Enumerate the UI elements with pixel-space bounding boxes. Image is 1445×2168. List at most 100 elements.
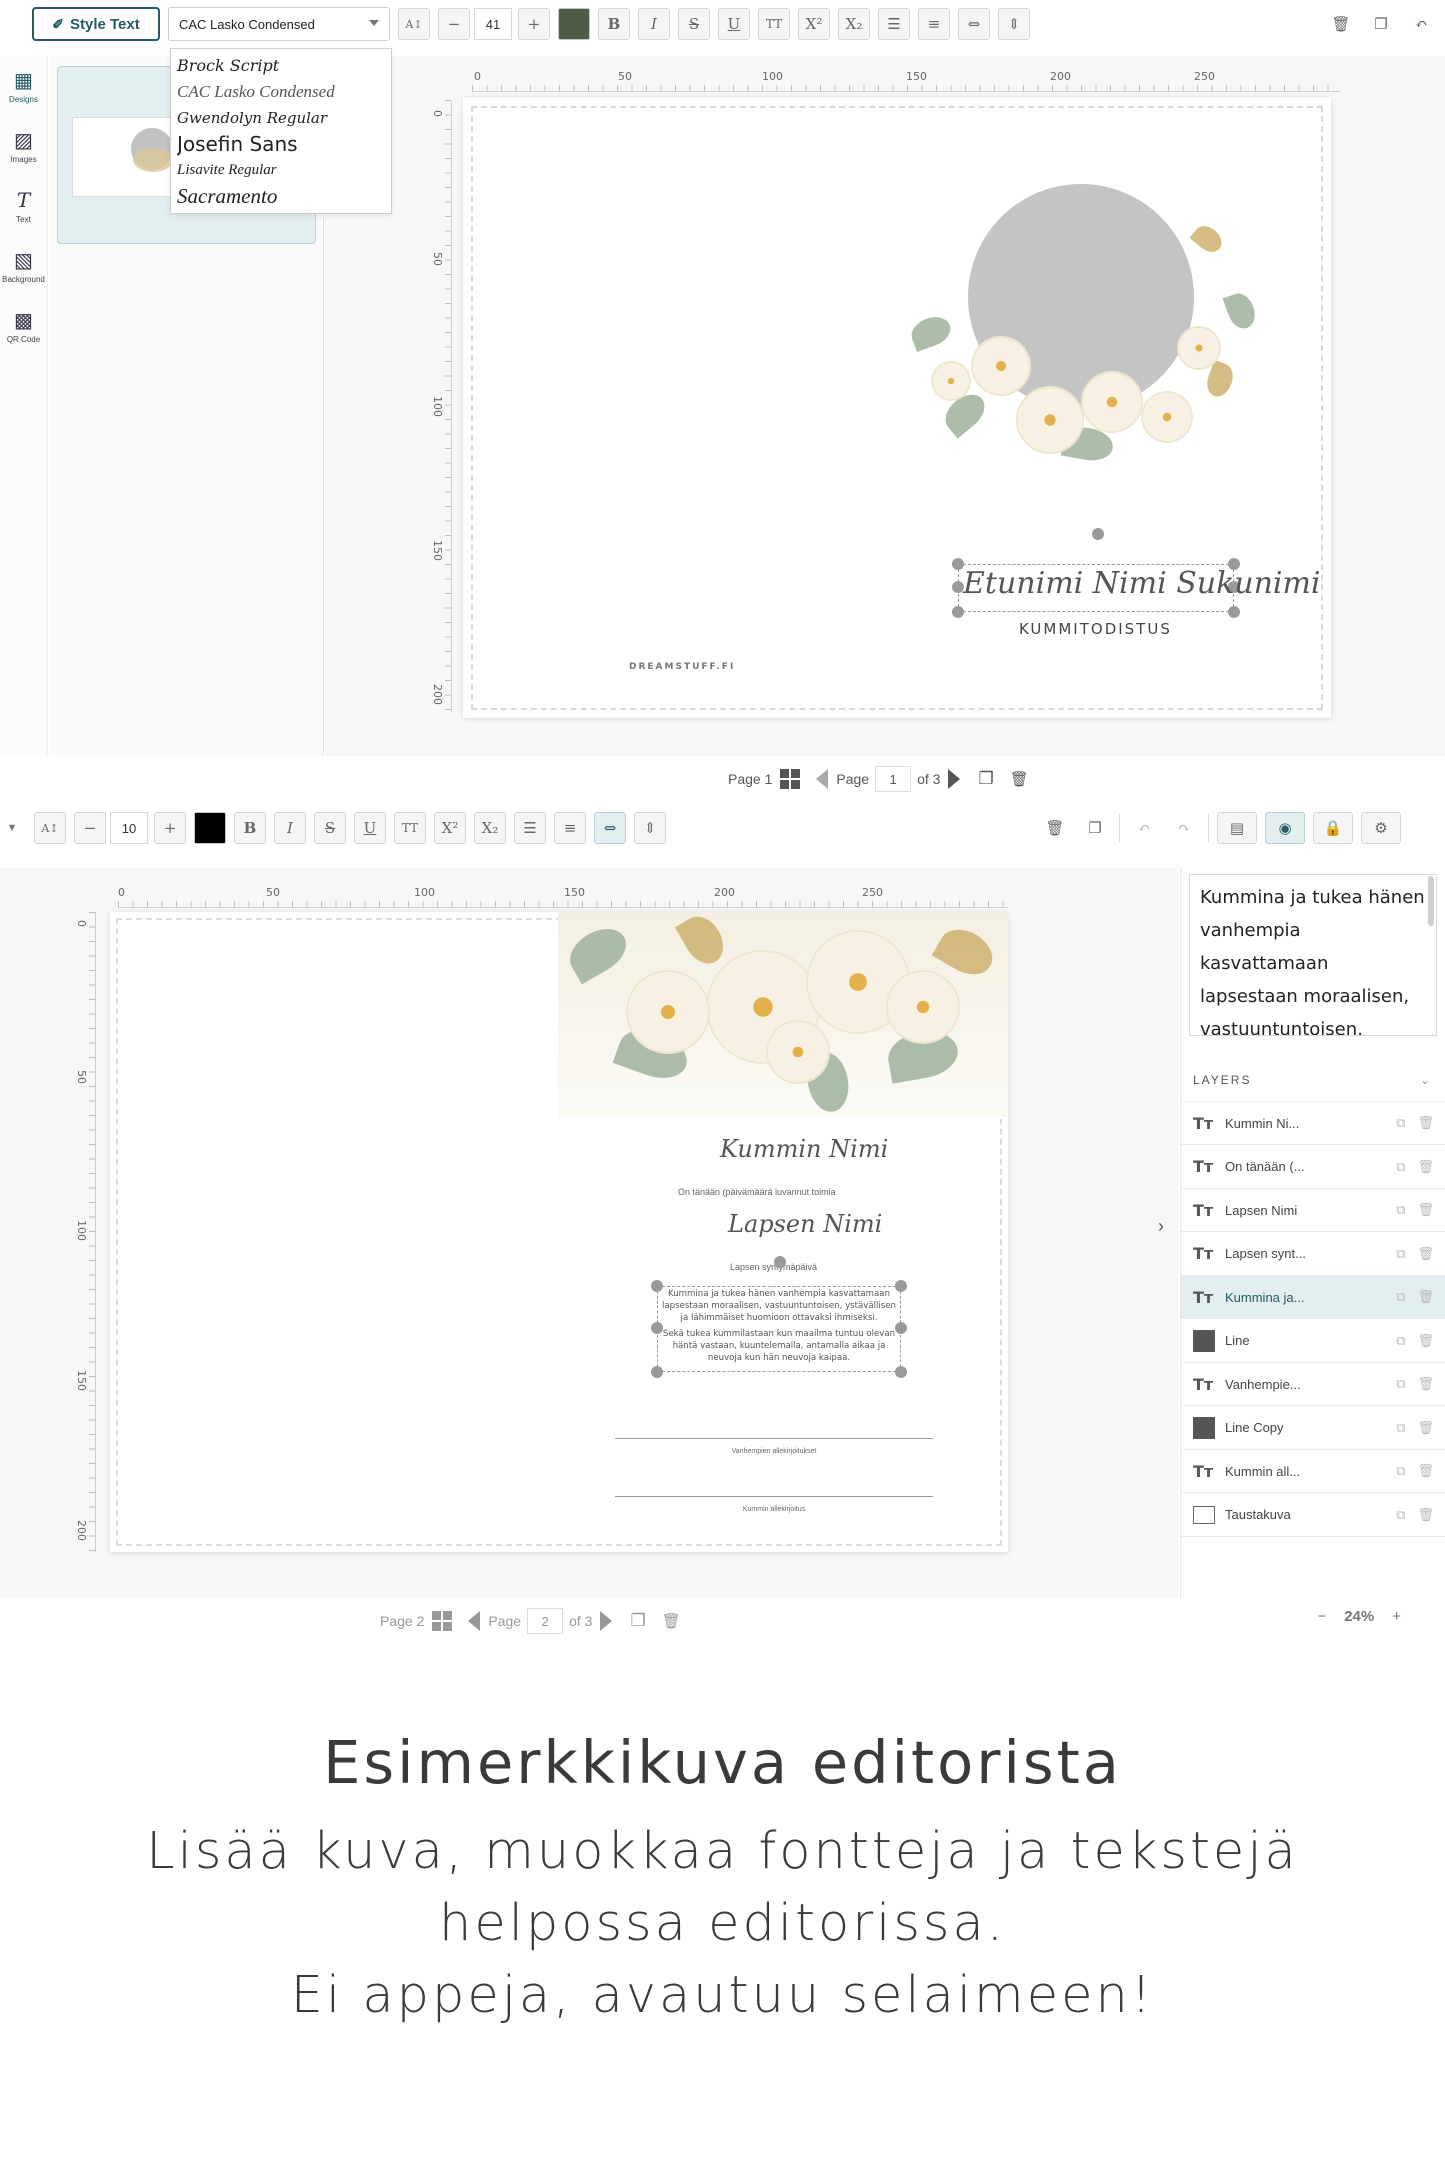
layer-row[interactable]: Taustakuva ⧉ 🗑 bbox=[1181, 1494, 1445, 1537]
decrease-font-size-button[interactable]: − bbox=[438, 8, 470, 40]
layer-row[interactable]: Tт Vanhempie... ⧉ 🗑 bbox=[1181, 1363, 1445, 1406]
underline-icon[interactable]: U bbox=[718, 8, 750, 40]
line-height-icon[interactable]: ⇕ bbox=[998, 8, 1030, 40]
resize-handle[interactable] bbox=[952, 606, 964, 618]
layout-icon[interactable]: ▤ bbox=[1217, 812, 1257, 844]
signature-line-parents[interactable] bbox=[615, 1438, 933, 1439]
date-line-text[interactable]: On tänään (päivämäärä luvannut toimia bbox=[678, 1187, 836, 1197]
autofit-text-icon[interactable]: A↕ bbox=[398, 8, 430, 40]
lock-layer-icon[interactable]: ⧉ bbox=[1396, 1115, 1405, 1131]
underline-icon[interactable]: U bbox=[354, 812, 386, 844]
previous-page-icon[interactable] bbox=[468, 1611, 481, 1631]
text-content-editor[interactable]: Kummina ja tukea hänen vanhempia kasvatt… bbox=[1189, 874, 1437, 1036]
align-center-icon[interactable]: ≡ bbox=[918, 8, 950, 40]
chevron-down-icon[interactable]: ▼ bbox=[0, 812, 24, 844]
rail-qr-code[interactable]: ▩ QR Code bbox=[0, 296, 47, 356]
italic-icon[interactable]: I bbox=[638, 8, 670, 40]
trash-icon[interactable]: 🗑 bbox=[1417, 1202, 1434, 1218]
delete-page-icon[interactable]: 🗑 bbox=[1010, 770, 1029, 788]
card-brand-text[interactable]: DREAMSTUFF.FI bbox=[629, 662, 735, 672]
design-page-2[interactable]: Kummin Nimi On tänään (päivämäärä luvann… bbox=[110, 912, 1008, 1552]
increase-font-size-button[interactable]: + bbox=[518, 8, 550, 40]
trash-icon[interactable]: 🗑 bbox=[1039, 812, 1071, 844]
bullet-list-icon[interactable]: ☰ bbox=[514, 812, 546, 844]
letter-spacing-icon[interactable]: ⇔ bbox=[958, 8, 990, 40]
lock-layer-icon[interactable]: ⧉ bbox=[1396, 1289, 1405, 1305]
lock-layer-icon[interactable]: ⧉ bbox=[1396, 1159, 1405, 1175]
font-option[interactable]: Gwendolyn Regular bbox=[177, 105, 385, 131]
child-name-text[interactable]: Lapsen Nimi bbox=[728, 1210, 882, 1238]
floral-header-image[interactable] bbox=[558, 912, 1008, 1117]
godparent-name-text[interactable]: Kummin Nimi bbox=[720, 1135, 888, 1163]
undo-icon[interactable]: ↶ bbox=[1405, 8, 1437, 40]
strikethrough-icon[interactable]: S bbox=[678, 8, 710, 40]
duplicate-page-icon[interactable]: ❐ bbox=[978, 769, 993, 789]
trash-icon[interactable]: 🗑 bbox=[1417, 1246, 1434, 1262]
trash-icon[interactable]: 🗑 bbox=[1417, 1159, 1434, 1175]
trash-icon[interactable]: 🗑 bbox=[1417, 1507, 1434, 1523]
scrollbar[interactable] bbox=[1428, 876, 1434, 926]
design-page-1[interactable]: Etunimi Nimi Sukunimi KUMMITODISTUS DREA… bbox=[463, 98, 1331, 718]
page-number-input[interactable]: 1 bbox=[875, 766, 912, 792]
autofit-text-icon[interactable]: A↕ bbox=[34, 812, 66, 844]
layer-row[interactable]: Tт Lapsen synt... ⧉ 🗑 bbox=[1181, 1233, 1445, 1276]
delete-page-icon[interactable]: 🗑 bbox=[662, 1612, 681, 1630]
undo-icon[interactable]: ↶ bbox=[1128, 812, 1160, 844]
lock-layer-icon[interactable]: ⧉ bbox=[1396, 1202, 1405, 1218]
duplicate-page-icon[interactable]: ❐ bbox=[630, 1611, 645, 1631]
trash-icon[interactable]: 🗑 bbox=[1417, 1289, 1434, 1305]
zoom-out-icon[interactable]: − bbox=[1317, 1608, 1326, 1625]
trash-icon[interactable]: 🗑 bbox=[1417, 1463, 1434, 1479]
layer-row[interactable]: Tт Kummin Ni... ⧉ 🗑 bbox=[1181, 1102, 1445, 1145]
font-option[interactable]: Josefin Sans bbox=[177, 131, 385, 157]
parents-signature-caption[interactable]: Vanhempien allekirjoitukset bbox=[615, 1448, 933, 1455]
collapse-layers-icon[interactable]: ⌄ bbox=[1420, 1073, 1432, 1087]
rail-images[interactable]: ▨ Images bbox=[0, 116, 47, 176]
lock-icon[interactable]: 🔒 bbox=[1313, 812, 1353, 844]
uppercase-icon[interactable]: TT bbox=[758, 8, 790, 40]
text-color-swatch[interactable] bbox=[558, 8, 590, 40]
redo-icon[interactable]: ↷ bbox=[1168, 812, 1200, 844]
previous-page-icon[interactable] bbox=[816, 769, 829, 789]
layer-row[interactable]: Line ⧉ 🗑 bbox=[1181, 1320, 1445, 1363]
grid-view-icon[interactable] bbox=[780, 769, 801, 789]
decrease-font-size-button[interactable]: − bbox=[74, 812, 106, 844]
font-size-input[interactable]: 41 bbox=[474, 8, 512, 40]
page-number-input[interactable]: 2 bbox=[527, 1608, 564, 1634]
layer-row[interactable]: Tт Lapsen Nimi ⧉ 🗑 bbox=[1181, 1189, 1445, 1232]
trash-icon[interactable]: 🗑 bbox=[1325, 8, 1357, 40]
font-option[interactable]: Lisavite Regular bbox=[177, 157, 385, 183]
card-subtitle-text[interactable]: KUMMITODISTUS bbox=[1019, 620, 1172, 638]
duplicate-icon[interactable]: ❐ bbox=[1365, 8, 1397, 40]
resize-handle[interactable] bbox=[1228, 606, 1240, 618]
line-height-icon[interactable]: ⇕ bbox=[634, 812, 666, 844]
uppercase-icon[interactable]: TT bbox=[394, 812, 426, 844]
lock-layer-icon[interactable]: ⧉ bbox=[1396, 1420, 1405, 1436]
lock-layer-icon[interactable]: ⧉ bbox=[1396, 1333, 1405, 1349]
rotate-handle[interactable] bbox=[1092, 528, 1104, 540]
next-page-icon[interactable] bbox=[948, 769, 961, 789]
trash-icon[interactable]: 🗑 bbox=[1417, 1420, 1434, 1436]
rotate-handle[interactable] bbox=[774, 1256, 786, 1268]
lock-layer-icon[interactable]: ⧉ bbox=[1396, 1507, 1405, 1523]
increase-font-size-button[interactable]: + bbox=[154, 812, 186, 844]
card-name-text[interactable]: Etunimi Nimi Sukunimi bbox=[963, 566, 1321, 601]
layer-row[interactable]: Tт On tänään (... ⧉ 🗑 bbox=[1181, 1146, 1445, 1189]
resize-handle[interactable] bbox=[895, 1366, 907, 1378]
align-center-icon[interactable]: ≡ bbox=[554, 812, 586, 844]
font-option[interactable]: CAC Lasko Condensed bbox=[177, 79, 385, 105]
rail-background[interactable]: ▧ Background bbox=[0, 236, 47, 296]
bullet-list-icon[interactable]: ☰ bbox=[878, 8, 910, 40]
italic-icon[interactable]: I bbox=[274, 812, 306, 844]
style-text-button[interactable]: ✐ Style Text bbox=[32, 7, 160, 41]
collapse-panel-chevron-icon[interactable]: › bbox=[1158, 1216, 1164, 1237]
layer-row[interactable]: Line Copy ⧉ 🗑 bbox=[1181, 1407, 1445, 1450]
letter-spacing-icon[interactable]: ⇔ bbox=[594, 812, 626, 844]
strikethrough-icon[interactable]: S bbox=[314, 812, 346, 844]
trash-icon[interactable]: 🗑 bbox=[1417, 1376, 1434, 1392]
gear-icon[interactable]: ⚙ bbox=[1361, 812, 1401, 844]
duplicate-icon[interactable]: ❐ bbox=[1079, 812, 1111, 844]
font-option[interactable]: Brock Script bbox=[177, 53, 385, 79]
lock-layer-icon[interactable]: ⧉ bbox=[1396, 1376, 1405, 1392]
trash-icon[interactable]: 🗑 bbox=[1417, 1115, 1434, 1131]
